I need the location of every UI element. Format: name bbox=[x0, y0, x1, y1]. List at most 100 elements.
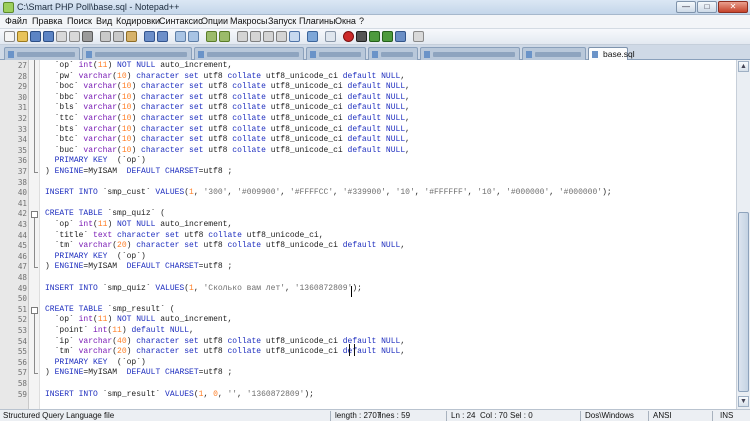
code-token: , bbox=[203, 389, 214, 399]
fold-toggle-icon[interactable] bbox=[31, 306, 38, 314]
code-token: ) bbox=[131, 114, 142, 123]
stop-macro-icon[interactable] bbox=[356, 31, 367, 42]
close-all-icon[interactable] bbox=[69, 31, 80, 42]
menu-help[interactable]: ? bbox=[359, 16, 364, 26]
menu-file[interactable]: Файл bbox=[5, 16, 27, 26]
code-line: ) ENGINE=MyISAM DEFAULT CHARSET=utf8 ; bbox=[45, 167, 232, 178]
save-all-icon[interactable] bbox=[43, 31, 54, 42]
find-icon[interactable] bbox=[175, 31, 186, 42]
code-token: ) bbox=[131, 92, 142, 102]
redo-icon[interactable] bbox=[157, 31, 168, 42]
code-token: , bbox=[217, 389, 228, 399]
record-macro-icon[interactable] bbox=[343, 31, 354, 42]
cut-icon[interactable] bbox=[100, 31, 111, 42]
word-wrap-icon[interactable] bbox=[263, 31, 274, 42]
code-line: PRIMARY KEY (`op`) bbox=[45, 252, 146, 263]
menu-options[interactable]: Опции bbox=[201, 16, 228, 26]
undo-icon[interactable] bbox=[144, 31, 155, 42]
save-macro-icon[interactable] bbox=[395, 31, 406, 42]
tab-file-5[interactable] bbox=[368, 47, 418, 60]
code-token: varchar bbox=[83, 135, 118, 145]
doc-map-icon[interactable] bbox=[325, 31, 336, 42]
code-token: ) bbox=[107, 61, 118, 70]
close-file-icon[interactable] bbox=[56, 31, 67, 42]
code-token: varchar bbox=[83, 82, 118, 92]
code-token: 10 bbox=[121, 145, 132, 155]
menu-macros[interactable]: Макросы bbox=[230, 16, 268, 26]
scroll-up-arrow-icon[interactable]: ▲ bbox=[738, 61, 749, 72]
code-token: default NULL bbox=[347, 124, 406, 134]
code-token: ) bbox=[45, 368, 55, 378]
close-button[interactable]: ✕ bbox=[718, 1, 748, 13]
user-lang-icon[interactable] bbox=[307, 31, 318, 42]
code-token: , bbox=[405, 124, 410, 134]
extra-tool-icon[interactable] bbox=[413, 31, 424, 42]
replace-icon[interactable] bbox=[188, 31, 199, 42]
line-number: 44 bbox=[17, 230, 27, 240]
fold-toggle-icon[interactable] bbox=[31, 211, 38, 219]
tab-file-3[interactable] bbox=[194, 47, 304, 60]
code-token: VALUES bbox=[155, 283, 185, 293]
tab-file-2[interactable] bbox=[82, 47, 192, 60]
line-number: 50 bbox=[17, 294, 27, 304]
line-number: 41 bbox=[17, 198, 27, 208]
print-icon[interactable] bbox=[82, 31, 93, 42]
code-token: collate bbox=[227, 71, 262, 81]
code-token: `btc` bbox=[45, 135, 84, 145]
vertical-scrollbar[interactable]: ▲ ▼ bbox=[736, 60, 750, 409]
status-divider bbox=[446, 411, 447, 421]
menu-encoding[interactable]: Кодировки bbox=[116, 16, 160, 26]
code-token: character set bbox=[141, 114, 204, 123]
open-file-icon[interactable] bbox=[17, 31, 28, 42]
code-token: character set bbox=[141, 135, 204, 145]
menu-plugins[interactable]: Плагины bbox=[299, 16, 335, 26]
tab-file-7[interactable] bbox=[522, 47, 586, 60]
code-token: ENGINE bbox=[54, 368, 84, 378]
save-icon[interactable] bbox=[30, 31, 41, 42]
tab-file-1[interactable] bbox=[4, 47, 80, 60]
status-divider bbox=[580, 411, 581, 421]
tab-base-sql[interactable]: base.sql bbox=[588, 47, 635, 60]
menu-run[interactable]: Запуск bbox=[268, 16, 296, 26]
fold-guide bbox=[34, 313, 35, 374]
code-token: utf8 bbox=[203, 82, 233, 92]
sync-scroll-h-icon[interactable] bbox=[250, 31, 261, 42]
code-token: , bbox=[405, 82, 410, 92]
code-line: ) ENGINE=MyISAM DEFAULT CHARSET=utf8 ; bbox=[45, 368, 232, 379]
play-macro-icon[interactable] bbox=[369, 31, 380, 42]
menu-edit[interactable]: Правка bbox=[32, 16, 62, 26]
code-line: `buc` varchar(10) character set utf8 col… bbox=[45, 146, 410, 157]
menu-search[interactable]: Поиск bbox=[67, 16, 92, 26]
code-token: collate bbox=[232, 103, 266, 113]
new-file-icon[interactable] bbox=[4, 31, 15, 42]
code-token: =MyISAM bbox=[83, 368, 127, 378]
code-line: INSERT INTO `smp_quiz` VALUES(1, 'Скольк… bbox=[45, 284, 362, 295]
zoom-in-icon[interactable] bbox=[206, 31, 217, 42]
tab-file-4[interactable] bbox=[306, 47, 366, 60]
code-editor[interactable]: 27 28 29 30 31 32 33 34 35 36 37 38 40 41 42 43 44 45 46 47… bbox=[0, 60, 736, 409]
zoom-out-icon[interactable] bbox=[219, 31, 230, 42]
menu-syntax[interactable]: Синтаксис bbox=[159, 16, 203, 26]
menu-view[interactable]: Вид bbox=[96, 16, 112, 26]
run-macro-multiple-icon[interactable] bbox=[382, 31, 393, 42]
maximize-button[interactable]: □ bbox=[697, 1, 717, 13]
show-all-chars-icon[interactable] bbox=[276, 31, 287, 42]
code-token: default NULL bbox=[347, 82, 406, 92]
paste-icon[interactable] bbox=[126, 31, 137, 42]
scroll-down-arrow-icon[interactable]: ▼ bbox=[738, 396, 749, 407]
minimize-button[interactable]: — bbox=[676, 1, 696, 13]
scrollbar-thumb[interactable] bbox=[738, 212, 749, 392]
sync-scroll-v-icon[interactable] bbox=[237, 31, 248, 42]
copy-icon[interactable] bbox=[113, 31, 124, 42]
tab-file-6[interactable] bbox=[420, 47, 520, 60]
code-token: `smp_cust` bbox=[97, 188, 156, 198]
code-line: `boc` varchar(10) character set utf8 col… bbox=[45, 82, 410, 93]
code-token: 11 bbox=[112, 326, 122, 335]
indent-guide-icon[interactable] bbox=[289, 31, 300, 42]
code-token: ) bbox=[131, 82, 142, 92]
line-number: 34 bbox=[17, 135, 27, 145]
code-token: default NULL bbox=[342, 71, 401, 81]
menu-windows[interactable]: Окна bbox=[335, 16, 356, 26]
line-number: 52 bbox=[17, 315, 27, 325]
tab-label-blurred bbox=[319, 52, 361, 57]
